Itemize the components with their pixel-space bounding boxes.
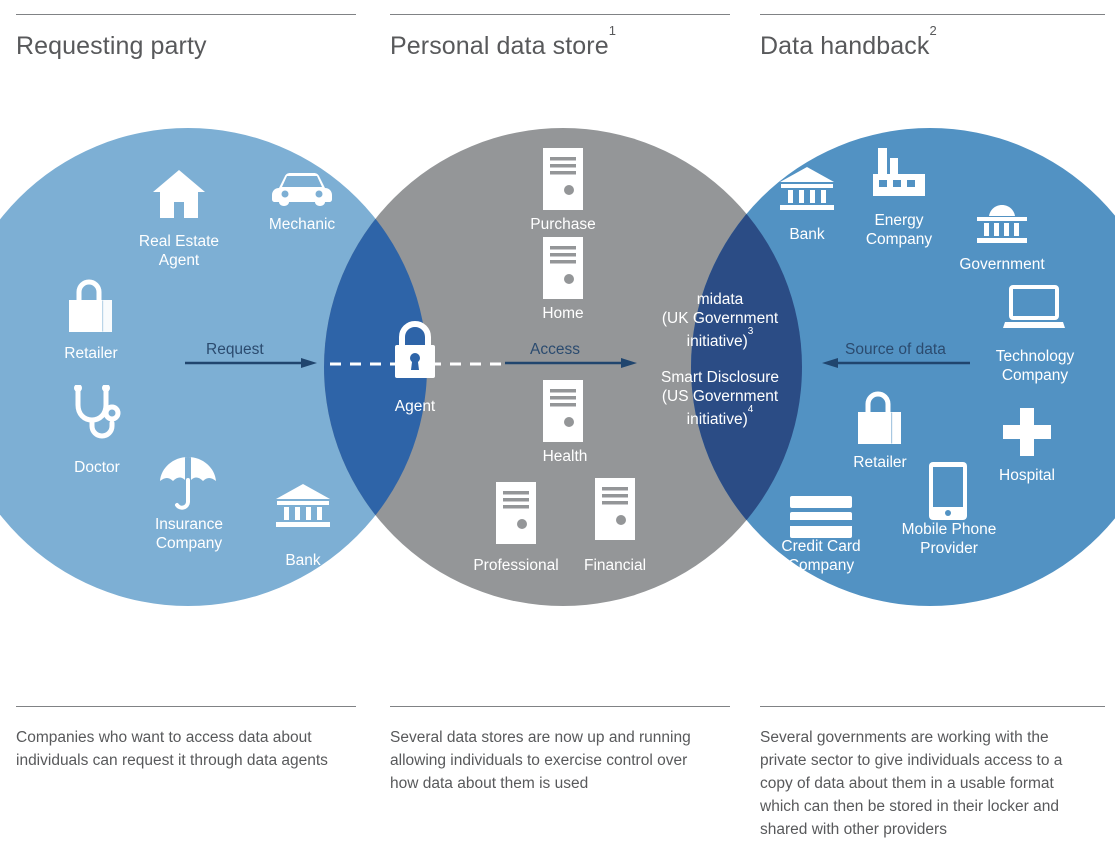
smart-disclosure-footnote: 4 (747, 404, 754, 416)
footer-rule-right (760, 706, 1105, 707)
access-arrow (505, 358, 637, 368)
source-of-data-arrow (822, 358, 970, 368)
left-item-label-doctor: Doctor (74, 459, 120, 476)
factory-icon (871, 148, 927, 198)
midata-line-3: initiative)3 (635, 326, 805, 351)
house-icon (151, 168, 207, 220)
center-item-label-financial: Financial (583, 557, 647, 574)
shopping-bag-icon (66, 278, 116, 334)
footer-text-requesting-party: Companies who want to access data about … (16, 729, 328, 769)
footer-text-personal-data-store: Several data stores are now up and runni… (390, 729, 691, 792)
left-item-label-bank: Bank (285, 552, 321, 569)
bank-icon (274, 482, 332, 528)
center-item-label-home: Home (542, 305, 584, 322)
left-item-label-insurance-company: Insurance Company (154, 516, 224, 552)
data-store-icon-financial (595, 478, 635, 540)
right-item-label-hospital: Hospital (999, 467, 1055, 484)
request-arrow (185, 358, 317, 368)
smart-disclosure-line-3-text: initiative) (686, 411, 748, 429)
data-store-icon-purchase (543, 148, 583, 210)
right-item-label-government: Government (959, 256, 1045, 273)
smart-disclosure-line-1: Smart Disclosure (661, 369, 779, 387)
smart-disclosure-line-2: (US Government (661, 388, 779, 406)
midata-line-1: midata (696, 291, 744, 308)
midata-line-2: (UK Government (661, 310, 779, 327)
center-item-label-health: Health (542, 448, 588, 465)
right-item-label-credit-card-company: Credit Card Company (781, 538, 861, 574)
left-item-label-retailer: Retailer (64, 345, 118, 362)
midata-footnote: 3 (747, 326, 754, 337)
midata-line-3-text: initiative) (686, 333, 748, 351)
data-store-icon-health (543, 380, 583, 442)
umbrella-icon (158, 455, 218, 511)
smart-disclosure-line-3: initiative)4 (635, 404, 805, 429)
mobile-phone-icon (929, 462, 967, 520)
stethoscope-icon (68, 385, 126, 443)
right-item-label-technology-company: Technology Company (995, 348, 1075, 384)
right-item-label-mobile-phone-provider: Mobile Phone Provider (901, 521, 997, 557)
right-overlap-text: midata (UK Government initiative)3 Smart… (635, 290, 805, 429)
data-store-icon-home (543, 237, 583, 299)
left-item-label-real-estate-agent: Real Estate Agent (138, 233, 220, 269)
left-overlap-label-agent: Agent (394, 398, 436, 415)
car-icon (271, 166, 333, 206)
footer-text-data-handback: Several governments are working with the… (760, 729, 1063, 838)
footer-rule-left (16, 706, 356, 707)
footer-rule-center (390, 706, 730, 707)
shopping-bag-icon-right (855, 390, 905, 446)
midata-spacer (635, 351, 805, 368)
padlock-icon (390, 320, 440, 380)
government-building-icon (975, 205, 1029, 249)
center-item-label-purchase: Purchase (530, 216, 596, 233)
credit-card-icon (790, 496, 852, 538)
left-item-label-mechanic: Mechanic (268, 216, 336, 233)
laptop-icon (1003, 285, 1065, 333)
data-store-icon-professional (496, 482, 536, 544)
bank-icon-right (778, 165, 836, 211)
right-item-label-retailer: Retailer (853, 454, 907, 471)
medical-cross-icon (1003, 408, 1051, 456)
right-item-label-energy-company: Energy Company (865, 212, 933, 248)
